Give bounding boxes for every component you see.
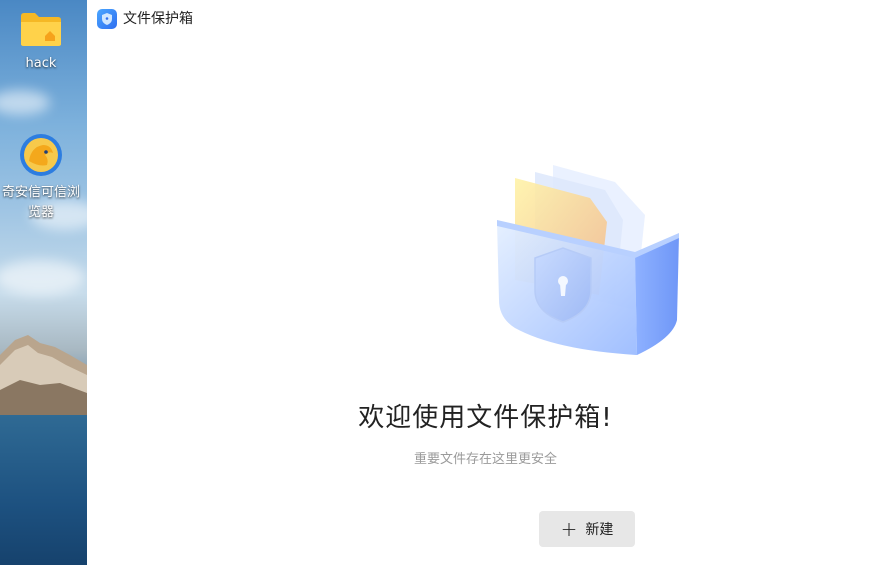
plus-icon: + bbox=[560, 517, 578, 541]
file-vault-window: 文件保护箱 欢迎使用文件保护箱! 重要文件存在这里更安全 + 新建 bbox=[87, 0, 884, 565]
desktop-icon-label: hack bbox=[25, 56, 57, 71]
shield-app-icon bbox=[97, 9, 117, 29]
welcome-subtitle: 重要文件存在这里更安全 bbox=[413, 452, 557, 467]
desktop-icon-label: 奇安信可信浏览器 bbox=[1, 185, 80, 220]
browser-icon bbox=[20, 134, 62, 176]
folder-icon bbox=[21, 13, 61, 46]
new-button-label: 新建 bbox=[585, 522, 614, 538]
cloud bbox=[0, 260, 85, 295]
desktop-background: hack 奇安信可信浏览器 bbox=[0, 0, 87, 565]
desktop-icon-browser[interactable]: 奇安信可信浏览器 bbox=[0, 133, 82, 223]
window-title: 文件保护箱 bbox=[123, 11, 193, 27]
desktop-icon-hack[interactable]: hack bbox=[0, 10, 82, 74]
welcome-title: 欢迎使用文件保护箱! bbox=[358, 403, 613, 433]
title-bar[interactable]: 文件保护箱 bbox=[87, 0, 884, 38]
cloud bbox=[0, 90, 50, 115]
new-button[interactable]: + 新建 bbox=[539, 511, 635, 547]
mountain-image bbox=[0, 335, 87, 420]
lake-image bbox=[0, 415, 87, 565]
vault-illustration bbox=[497, 165, 679, 355]
